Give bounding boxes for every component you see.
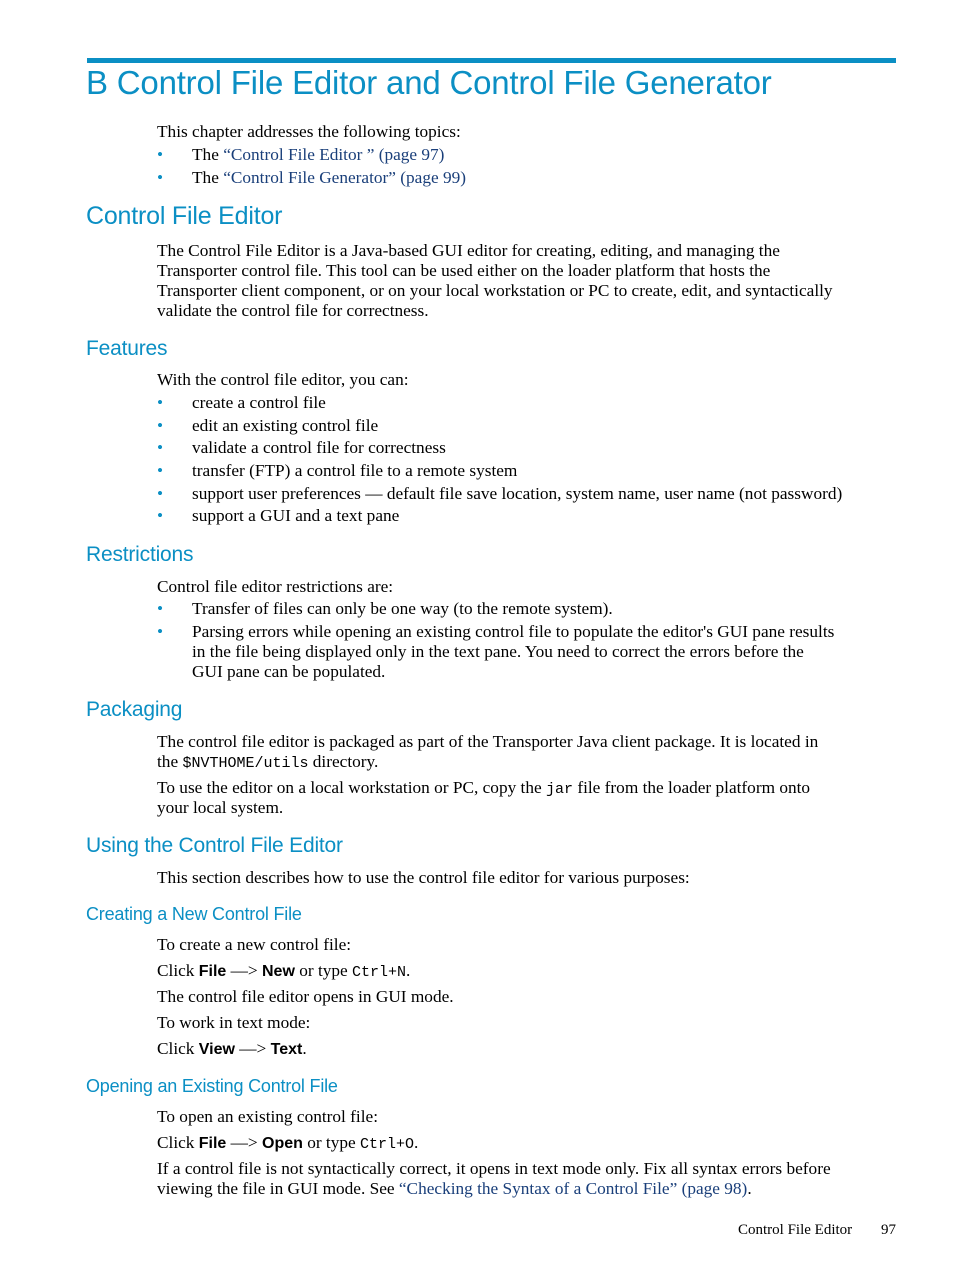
syntax-check-link[interactable]: “Checking the Syntax of a Control File” …	[399, 1179, 747, 1198]
bullet-icon: •	[157, 484, 164, 503]
bullet-icon: •	[157, 506, 164, 525]
bullet-icon: •	[157, 416, 164, 435]
bullet-icon: •	[157, 145, 164, 164]
packaging-line: The control file editor is packaged as p…	[157, 732, 819, 751]
restrictions-intro: Control file editor restrictions are:	[157, 577, 394, 596]
menu-view: View	[198, 1041, 235, 1058]
topic-link-editor[interactable]: “Control File Editor ” (page 97)	[223, 145, 444, 164]
menu-open: Open	[262, 1135, 303, 1152]
creating-line: To create a new control file:	[157, 935, 352, 954]
section-heading-using: Using the Control File Editor	[86, 834, 343, 857]
opening-line: If a control file is not syntactically c…	[157, 1159, 831, 1178]
section-heading-restrictions: Restrictions	[86, 543, 194, 566]
section-heading-packaging: Packaging	[86, 698, 183, 721]
bullet-icon: •	[157, 393, 164, 412]
topic-link-generator[interactable]: “Control File Generator” (page 99)	[223, 168, 466, 187]
section-heading-opening: Opening an Existing Control File	[86, 1076, 338, 1096]
opening-instruction: Click File —> Open or type Ctrl+O.	[157, 1133, 419, 1153]
menu-text: Text	[270, 1041, 303, 1058]
editor-line: validate the control file for correctnes…	[157, 301, 429, 320]
features-intro: With the control file editor, you can:	[157, 370, 409, 389]
chapter-title: B Control File Editor and Control File G…	[86, 64, 772, 101]
creating-line: To work in text mode:	[157, 1013, 311, 1032]
bullet-icon: •	[157, 622, 164, 641]
bullet-icon: •	[157, 599, 164, 618]
jar-code: jar	[545, 781, 573, 798]
bullet-icon: •	[157, 438, 164, 457]
page-number: 97	[881, 1222, 896, 1238]
shortcut-code: Ctrl+N	[352, 964, 407, 981]
packaging-line: To use the editor on a local workstation…	[157, 778, 811, 798]
path-code: $NVTHOME/utils	[182, 755, 309, 772]
creating-line: The control file editor opens in GUI mod…	[157, 987, 454, 1006]
bullet-icon: •	[157, 461, 164, 480]
creating-instruction: Click File —> New or type Ctrl+N.	[157, 961, 411, 981]
menu-file: File	[198, 1135, 227, 1152]
section-heading-creating: Creating a New Control File	[86, 904, 302, 924]
editor-line: Transporter client component, or on your…	[157, 281, 833, 300]
menu-file: File	[198, 963, 227, 980]
packaging-line: your local system.	[157, 798, 284, 817]
footer-section: Control File Editor	[738, 1222, 853, 1238]
packaging-line: the $NVTHOME/utils directory.	[157, 752, 379, 772]
menu-new: New	[262, 963, 295, 980]
chapter-intro: This chapter addresses the following top…	[157, 122, 461, 141]
section-heading-features: Features	[86, 337, 168, 360]
bullet-icon: •	[157, 168, 164, 187]
section-heading-editor: Control File Editor	[86, 202, 283, 230]
editor-line: Transporter control file. This tool can …	[157, 261, 771, 280]
shortcut-code: Ctrl+O	[360, 1136, 415, 1153]
opening-line: To open an existing control file:	[157, 1107, 378, 1126]
editor-line: The Control File Editor is a Java-based …	[157, 241, 780, 260]
creating-instruction: Click View —> Text.	[157, 1039, 307, 1058]
chapter-rule	[87, 58, 896, 63]
using-body: This section describes how to use the co…	[157, 868, 690, 887]
opening-line: viewing the file in GUI mode. See “Check…	[157, 1179, 752, 1198]
